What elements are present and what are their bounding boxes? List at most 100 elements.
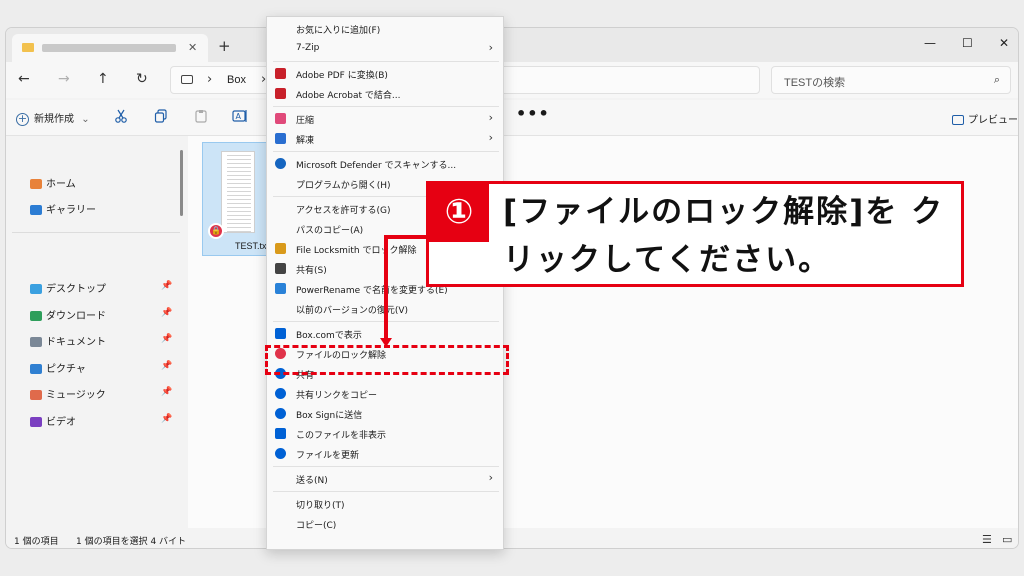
sidebar-item-gallery[interactable]: ギャラリー [30, 201, 96, 219]
maximize-icon[interactable]: ☐ [962, 36, 973, 50]
menu-item-label: PowerRename で名前を変更する(E) [296, 286, 448, 296]
menu-separator [273, 61, 499, 62]
menu-item[interactable]: 圧縮 › [267, 109, 503, 129]
tab-bar: ✕ + — ☐ ✕ [6, 28, 1018, 62]
menu-item[interactable]: Microsoft Defender でスキャンする... [267, 154, 503, 174]
sidebar-item-download[interactable]: ダウンロード [30, 307, 106, 325]
share-icon [275, 263, 286, 274]
this-pc-icon [181, 75, 193, 84]
pictures-icon [30, 363, 42, 374]
menu-item[interactable]: 7-Zip › [267, 39, 503, 59]
cut-icon[interactable] [114, 109, 128, 123]
menu-item-label: 解凍 [296, 136, 315, 146]
menu-item-label: 圧縮 [296, 116, 315, 126]
menu-item[interactable]: お気に入りに追加(F) [267, 19, 503, 39]
highlight-box [265, 345, 509, 375]
pin-icon[interactable]: 📌 [161, 361, 172, 371]
command-bar: + 新規作成 ⌄ A ••• プレビュー [6, 100, 1018, 136]
rename-icon[interactable]: A [232, 109, 248, 123]
sidebar-item-music[interactable]: ミュージック [30, 386, 106, 404]
instruction-text: [ファイルのロック解除]を クリックしてください。 [503, 194, 945, 278]
sidebar-item-pictures[interactable]: ピクチャ [30, 360, 86, 378]
menu-item[interactable]: Adobe PDF に変換(B) [267, 64, 503, 84]
archive-icon [275, 113, 286, 124]
menu-item-label: 7-Zip [296, 43, 320, 53]
desktop-icon [30, 284, 42, 294]
sidebar-item-label: ドキュメント [46, 337, 106, 348]
menu-item-label: 以前のバージョンの復元(V) [296, 306, 408, 316]
pin-icon[interactable]: 📌 [161, 387, 172, 397]
sidebar-item-label: ミュージック [46, 390, 106, 401]
sidebar-item-label: デスクトップ [46, 284, 106, 295]
menu-item-label: Microsoft Defender でスキャンする... [296, 161, 457, 171]
item-count: 1 個の項目 [14, 537, 59, 547]
breadcrumb-box[interactable]: Box [227, 74, 246, 86]
chevron-right-icon: › [488, 131, 493, 144]
pin-icon[interactable]: 📌 [161, 414, 172, 424]
download-icon [30, 310, 42, 321]
menu-item-label: プログラムから開く(H) [296, 181, 391, 191]
copy-icon[interactable] [154, 109, 168, 123]
forward-icon[interactable]: → [58, 71, 70, 87]
menu-item-label: パスのコピー(A) [296, 226, 364, 236]
text-file-icon [221, 151, 255, 233]
menu-item-label: お気に入りに追加(F) [296, 26, 381, 36]
menu-item[interactable]: ファイルを更新 [267, 444, 503, 464]
refresh-icon[interactable]: ↻ [136, 71, 148, 87]
menu-item[interactable]: 送る(N) › [267, 469, 503, 489]
svg-text:A: A [236, 112, 242, 121]
menu-item[interactable]: 共有リンクをコピー [267, 384, 503, 404]
search-box[interactable]: TESTの検索 ⌕ [771, 66, 1011, 94]
box-sign-icon [275, 408, 286, 419]
box-icon [275, 328, 286, 339]
chevron-right-icon: › [488, 41, 493, 54]
sidebar-item-home[interactable]: ホーム [30, 175, 76, 193]
menu-item[interactable]: 切り取り(T) [267, 494, 503, 514]
link-icon [275, 388, 286, 399]
pin-icon[interactable]: 📌 [161, 281, 172, 291]
extract-icon [275, 133, 286, 144]
menu-item-label: Adobe Acrobat で結合... [296, 91, 401, 101]
back-icon[interactable]: ← [18, 71, 30, 87]
explorer-window: ✕ + — ☐ ✕ ← → ↑ ↻ › Box › TESTの検索 ⌕ + 新規作… [5, 27, 1019, 549]
details-view-icon[interactable]: ☰ [982, 533, 992, 546]
add-tab-icon[interactable]: + [218, 37, 231, 55]
menu-separator [273, 466, 499, 467]
paste-icon[interactable] [194, 109, 208, 123]
pin-icon[interactable]: 📌 [161, 334, 172, 344]
menu-item[interactable]: 解凍 › [267, 129, 503, 149]
menu-item[interactable]: Adobe Acrobat で結合... [267, 84, 503, 104]
menu-item-label: コピー(C) [296, 521, 337, 531]
menu-item-label: 共有(S) [296, 266, 327, 276]
search-placeholder: TESTの検索 [784, 77, 846, 89]
sidebar-item-desktop[interactable]: デスクトップ [30, 280, 106, 298]
menu-separator [273, 491, 499, 492]
gallery-icon [30, 205, 42, 215]
status-bar: 1 個の項目 1 個の項目を選択 4 バイト ☰ ▭ [6, 528, 1018, 548]
close-window-icon[interactable]: ✕ [999, 36, 1009, 50]
lock-icon: 🔒 [208, 223, 224, 239]
sidebar-item-documents[interactable]: ドキュメント [30, 333, 106, 351]
preview-button[interactable]: プレビュー [952, 111, 1018, 126]
pin-icon[interactable]: 📌 [161, 308, 172, 318]
tab-active[interactable]: ✕ [12, 34, 208, 62]
menu-item-label: 送る(N) [296, 476, 328, 486]
chevron-right-icon: › [488, 111, 493, 124]
close-tab-icon[interactable]: ✕ [188, 41, 197, 54]
locksmith-icon [275, 243, 286, 254]
minimize-icon[interactable]: — [924, 36, 936, 50]
new-button[interactable]: + 新規作成 ⌄ [16, 110, 90, 126]
menu-item[interactable]: コピー(C) [267, 514, 503, 534]
up-icon[interactable]: ↑ [97, 71, 109, 87]
more-options-icon[interactable]: ••• [516, 104, 550, 123]
sidebar-item-videos[interactable]: ビデオ [30, 413, 76, 431]
menu-item[interactable]: Box Signに送信 [267, 404, 503, 424]
powerrename-icon [275, 283, 286, 294]
adobe-pdf-icon [275, 68, 286, 79]
file-item-selected[interactable]: 🔒 TEST.tx [202, 142, 272, 256]
box-hide-icon [275, 428, 286, 439]
tiles-view-icon[interactable]: ▭ [1002, 533, 1012, 546]
menu-item[interactable]: このファイルを非表示 [267, 424, 503, 444]
videos-icon [30, 416, 42, 427]
scrollbar[interactable] [180, 150, 183, 216]
